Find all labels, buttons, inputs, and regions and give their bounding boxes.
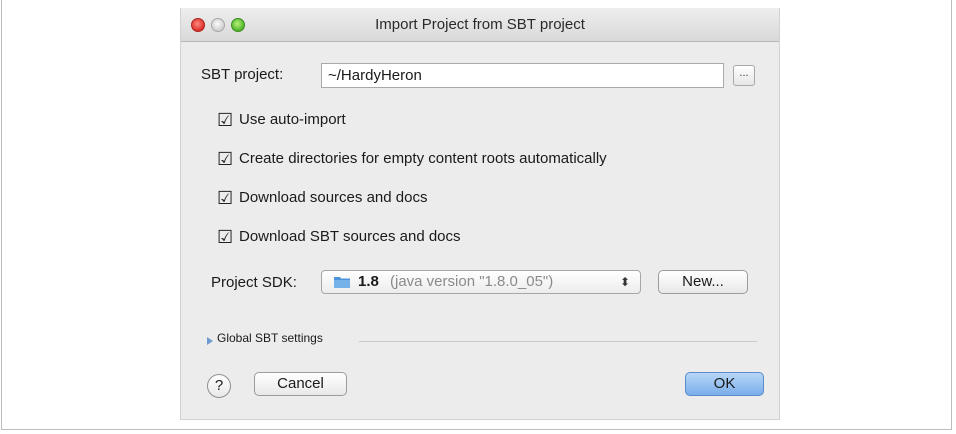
- checkmark-icon: ☑: [217, 227, 234, 247]
- checkbox-label: Download sources and docs: [239, 189, 428, 206]
- global-sbt-settings-toggle[interactable]: Global SBT settings: [217, 331, 323, 345]
- sdk-description: (java version "1.8.0_05"): [390, 273, 554, 290]
- import-dialog: Import Project from SBT project SBT proj…: [180, 8, 780, 420]
- sbt-project-input[interactable]: ~/HardyHeron: [321, 63, 724, 88]
- sdk-version: 1.8: [358, 273, 379, 290]
- browse-button[interactable]: ...: [733, 65, 755, 86]
- ok-button[interactable]: OK: [685, 372, 764, 396]
- checkmark-icon: ☑: [217, 149, 234, 169]
- checkbox-label: Download SBT sources and docs: [239, 228, 461, 245]
- cancel-button[interactable]: Cancel: [254, 372, 347, 396]
- project-sdk-label: Project SDK:: [211, 274, 297, 291]
- folder-icon: [334, 277, 350, 288]
- new-sdk-button[interactable]: New...: [658, 270, 748, 294]
- section-divider: [359, 341, 757, 342]
- updown-arrows-icon: ⬍: [619, 275, 630, 289]
- disclosure-triangle-icon[interactable]: [207, 337, 213, 345]
- title-bar: Import Project from SBT project: [181, 8, 779, 42]
- checkbox-label: Create directories for empty content roo…: [239, 150, 607, 167]
- checkbox-label: Use auto-import: [239, 111, 346, 128]
- checkmark-icon: ☑: [217, 110, 234, 130]
- window-title: Import Project from SBT project: [375, 16, 585, 33]
- sbt-project-label: SBT project:: [201, 66, 284, 83]
- project-sdk-select[interactable]: 1.8 (java version "1.8.0_05") ⬍: [321, 270, 641, 294]
- help-button[interactable]: ?: [207, 374, 231, 398]
- checkmark-icon: ☑: [217, 188, 234, 208]
